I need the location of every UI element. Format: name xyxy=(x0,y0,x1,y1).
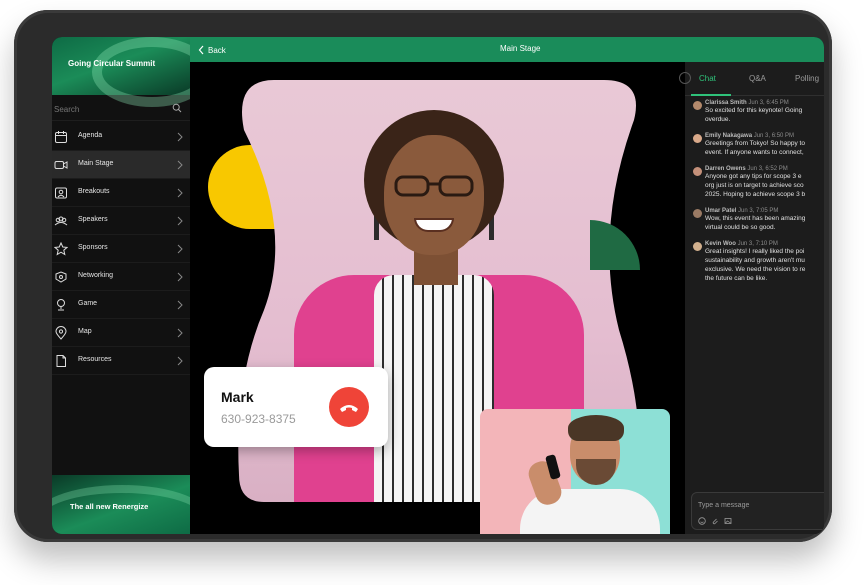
sidebar-item-label: Agenda xyxy=(78,132,103,139)
chevron-right-icon xyxy=(177,244,183,254)
sidebar-search xyxy=(52,97,190,121)
caller-name: Mark xyxy=(221,389,254,405)
chevron-right-icon xyxy=(177,328,183,338)
chevron-right-icon xyxy=(177,132,183,142)
caller-phone-number: 630-923-8375 xyxy=(221,412,296,426)
chat-message-list: Clarissa Smith Jun 3, 6:45 PM So excited… xyxy=(685,100,824,292)
tab-polling[interactable]: Polling xyxy=(795,74,819,83)
avatar xyxy=(693,134,702,143)
document-icon xyxy=(56,355,66,367)
networking-icon xyxy=(55,271,67,283)
chat-tabs: Chat Q&A Polling xyxy=(679,62,824,96)
phone-hangup-icon xyxy=(340,405,358,412)
sidebar-item-main-stage[interactable]: Main Stage xyxy=(52,151,190,179)
chevron-right-icon xyxy=(177,188,183,198)
tab-qa[interactable]: Q&A xyxy=(749,74,766,83)
panel-toggle-icon[interactable] xyxy=(679,72,691,84)
star-icon xyxy=(54,242,68,256)
message-text: Greetings from Tokyo! So happy to event.… xyxy=(705,140,805,156)
sidebar-item-label: Networking xyxy=(78,272,114,279)
sidebar: Going Circular Summit Agenda Main Stage xyxy=(52,37,212,534)
sidebar-item-sponsors[interactable]: Sponsors xyxy=(52,235,190,263)
back-label: Back xyxy=(208,45,226,55)
incoming-call-card: Mark 630-923-8375 xyxy=(204,367,388,447)
sidebar-item-label: Game xyxy=(78,300,98,307)
avatar xyxy=(693,242,702,251)
sidebar-banner: Going Circular Summit xyxy=(52,37,212,107)
chat-message: Darren Owens Jun 3, 6:52 PM Anyone got a… xyxy=(685,166,824,199)
avatar xyxy=(693,167,702,176)
main-stage-video-area: Mark 630-923-8375 xyxy=(190,62,685,534)
image-icon[interactable] xyxy=(724,517,732,525)
avatar xyxy=(693,209,702,218)
search-input[interactable] xyxy=(54,102,164,116)
calendar-icon xyxy=(55,131,67,143)
video-icon xyxy=(54,161,68,169)
chevron-left-icon xyxy=(198,45,204,55)
attachment-icon[interactable] xyxy=(711,517,719,525)
promo-text: The all new Renergize xyxy=(70,502,149,511)
stage-header: Back Main Stage xyxy=(190,37,824,62)
sidebar-item-game[interactable]: Game xyxy=(52,291,190,319)
chat-message: Umar Patel Jun 3, 7:05 PM Wow, this even… xyxy=(685,208,824,232)
sidebar-item-map[interactable]: Map xyxy=(52,319,190,347)
chevron-right-icon xyxy=(177,160,183,170)
chevron-right-icon xyxy=(177,356,183,366)
search-icon[interactable] xyxy=(172,103,182,113)
breakout-room-icon xyxy=(55,187,67,199)
sidebar-item-speakers[interactable]: Speakers xyxy=(52,207,190,235)
chat-message: Emily Nakagawa Jun 3, 6:50 PM Greetings … xyxy=(685,133,824,157)
event-title: Going Circular Summit xyxy=(68,59,156,68)
sidebar-promo-banner[interactable]: The all new Renergize xyxy=(52,475,212,534)
message-text: Wow, this event has been amazing virtual… xyxy=(705,215,806,231)
sidebar-item-label: Sponsors xyxy=(78,244,108,251)
chevron-right-icon xyxy=(177,272,183,282)
sidebar-item-label: Speakers xyxy=(78,216,108,223)
tab-chat[interactable]: Chat xyxy=(699,74,716,83)
message-text: So excited for this keynote! Going overd… xyxy=(705,107,803,123)
caller-video-thumbnail[interactable] xyxy=(480,409,670,534)
trophy-icon xyxy=(57,299,65,311)
message-text: Great insights! I really liked the poi s… xyxy=(705,248,806,282)
speakers-icon xyxy=(54,216,68,226)
glasses-illustration xyxy=(392,175,476,197)
caller-hair xyxy=(568,415,624,441)
back-button[interactable]: Back xyxy=(198,43,226,57)
sidebar-item-label: Resources xyxy=(78,356,112,363)
message-input[interactable] xyxy=(698,499,818,511)
emoji-icon[interactable] xyxy=(698,517,706,525)
caller-beard xyxy=(576,459,616,485)
sidebar-item-resources[interactable]: Resources xyxy=(52,347,190,375)
sidebar-item-label: Breakouts xyxy=(78,188,110,195)
sidebar-item-label: Map xyxy=(78,328,92,335)
speaker-shirt xyxy=(374,275,494,515)
chevron-right-icon xyxy=(177,216,183,226)
app-screen: Going Circular Summit Agenda Main Stage xyxy=(52,37,824,534)
active-tab-indicator xyxy=(691,94,731,96)
chevron-right-icon xyxy=(177,300,183,310)
message-text: Anyone got any tips for scope 3 e org ju… xyxy=(705,173,806,198)
green-decorative-shape xyxy=(590,220,640,270)
map-pin-icon xyxy=(55,326,67,340)
page-title: Main Stage xyxy=(500,44,541,53)
chat-message: Clarissa Smith Jun 3, 6:45 PM So excited… xyxy=(685,100,824,124)
chat-panel: Chat Q&A Polling Clarissa Smith Jun 3, 6… xyxy=(679,62,824,534)
sidebar-item-label: Main Stage xyxy=(78,160,114,167)
message-composer xyxy=(691,492,824,530)
hang-up-button[interactable] xyxy=(329,387,369,427)
avatar xyxy=(693,101,702,110)
chat-message: Kevin Woo Jun 3, 7:10 PM Great insights!… xyxy=(685,241,824,283)
tablet-frame: Going Circular Summit Agenda Main Stage xyxy=(14,10,832,542)
sidebar-nav: Agenda Main Stage Breakouts Speakers Spo… xyxy=(52,123,190,375)
sidebar-item-breakouts[interactable]: Breakouts xyxy=(52,179,190,207)
sidebar-item-networking[interactable]: Networking xyxy=(52,263,190,291)
sidebar-item-agenda[interactable]: Agenda xyxy=(52,123,190,151)
